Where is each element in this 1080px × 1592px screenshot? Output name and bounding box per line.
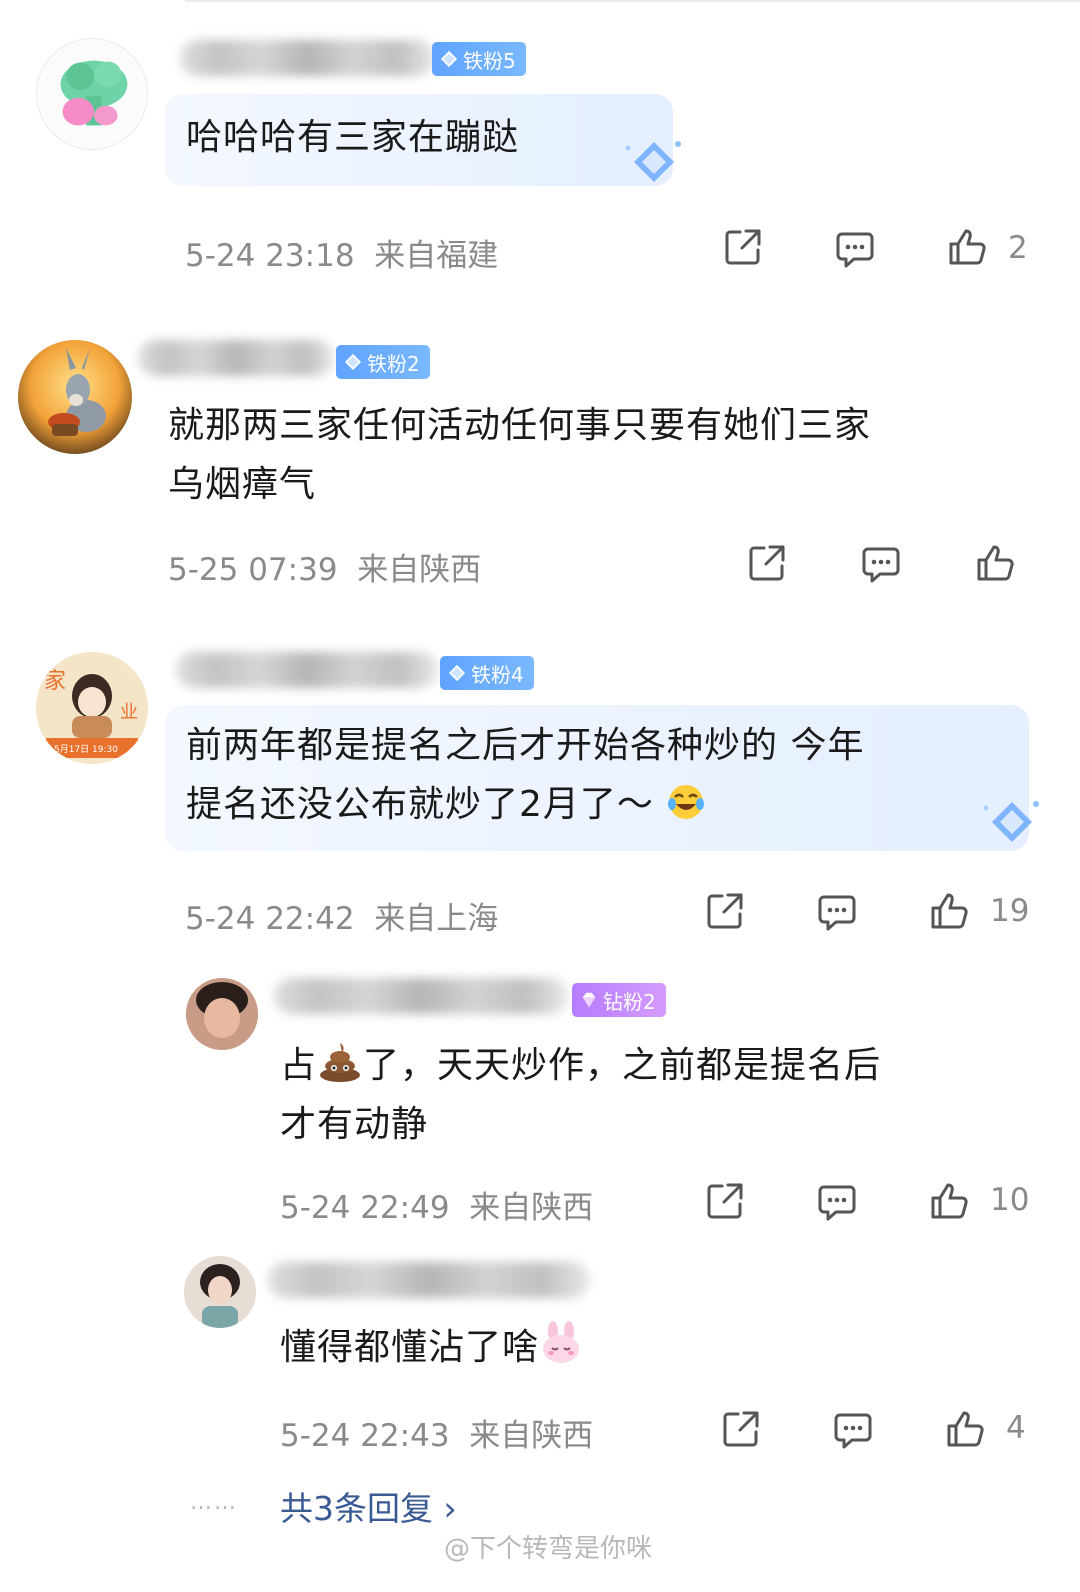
location: 来自陕西	[469, 1190, 594, 1226]
reply-line: 才有动静	[280, 1104, 429, 1145]
thumbs-up-icon[interactable]	[974, 542, 1016, 584]
share-icon[interactable]	[746, 542, 788, 584]
diamond-icon	[625, 141, 681, 182]
fan-badge[interactable]: 铁粉2	[336, 345, 430, 379]
username-blurred[interactable]	[274, 978, 568, 1014]
location: 来自上海	[374, 901, 499, 937]
comment-meta: 5-24 23:18 来自福建	[185, 230, 498, 275]
diamond-icon	[448, 664, 466, 682]
comment-line: 乌烟瘴气	[168, 464, 317, 505]
avatar[interactable]	[36, 38, 148, 150]
thumbs-up-icon[interactable]	[944, 1408, 986, 1450]
timestamp: 5-24 22:43	[280, 1418, 450, 1454]
thumbs-up-icon[interactable]	[946, 226, 988, 268]
badge-label: 铁粉2	[367, 351, 420, 376]
thumbs-up-icon[interactable]	[928, 890, 970, 932]
bunny-emoji	[543, 1321, 580, 1363]
avatar[interactable]: 家 业 5月17日 19:30	[36, 652, 148, 764]
comment-icon[interactable]	[816, 1181, 858, 1223]
avatar[interactable]	[186, 978, 258, 1050]
badge-label: 铁粉5	[463, 48, 516, 73]
share-icon[interactable]	[722, 226, 764, 268]
like-count: 4	[1006, 1410, 1026, 1446]
reply-line: 占 了，天天炒作，之前都是提名后	[280, 1036, 881, 1095]
comment-icon[interactable]	[816, 891, 858, 933]
reply-meta: 5-24 22:49 来自陕西	[280, 1182, 593, 1227]
username-blurred[interactable]	[180, 40, 435, 76]
comment-icon[interactable]	[834, 228, 876, 270]
fan-badge[interactable]: 钻粉2	[572, 983, 666, 1017]
avatar-text: 家	[44, 669, 66, 694]
username-blurred[interactable]	[138, 340, 334, 376]
like-count: 10	[990, 1182, 1030, 1218]
reply-text: 懂得都懂沾了啥	[280, 1318, 583, 1377]
thumbs-up-icon[interactable]	[928, 1180, 970, 1222]
comment-meta: 5-24 22:42 来自上海	[185, 893, 498, 938]
location: 来自福建	[374, 238, 499, 274]
diamond-icon	[582, 992, 596, 1008]
more-replies-dots: ……	[190, 1490, 238, 1515]
fan-badge[interactable]: 铁粉4	[440, 656, 534, 690]
comment-line: 提名还没公布就炒了2月了～	[186, 775, 864, 834]
comment-text: 前两年都是提名之后才开始各种炒的 今年 提名还没公布就炒了2月了～	[186, 716, 864, 834]
comment-line-text: 提名还没公布就炒了2月了～	[186, 784, 654, 825]
avatar[interactable]	[18, 340, 132, 454]
like-count: 19	[990, 893, 1030, 929]
watermark: @下个转弯是你咪	[444, 1534, 653, 1564]
diamond-icon	[983, 801, 1039, 842]
divider	[185, 0, 1080, 2]
more-replies-link[interactable]: 共3条回复 ›	[280, 1482, 457, 1530]
comment-text: 哈哈哈有三家在蹦跶	[186, 117, 520, 158]
comment-icon[interactable]	[860, 543, 902, 585]
like-count: 2	[1008, 230, 1028, 266]
badge-label: 钻粉2	[603, 989, 656, 1014]
share-icon[interactable]	[704, 890, 746, 932]
diamond-icon	[344, 353, 362, 371]
comment-text: 就那两三家任何活动任何事只要有她们三家 乌烟瘴气	[168, 396, 871, 514]
reply-line-text: 懂得都懂沾了啥	[280, 1327, 540, 1368]
reply-line-text: 占	[280, 1045, 318, 1086]
timestamp: 5-24 22:42	[185, 901, 355, 937]
avatar-caption: 5月17日 19:30	[54, 744, 118, 755]
comment-icon[interactable]	[832, 1409, 874, 1451]
timestamp: 5-25 07:39	[168, 552, 338, 588]
laugh-cry-emoji	[668, 785, 705, 819]
username-blurred[interactable]	[176, 652, 438, 688]
location: 来自陕西	[469, 1418, 594, 1454]
comment-thread: 铁粉5 哈哈哈有三家在蹦跶 5-24 23:18 来自福建 2 铁粉2 就那两三…	[0, 0, 1080, 1592]
badge-label: 铁粉4	[471, 662, 524, 687]
share-icon[interactable]	[720, 1408, 762, 1450]
fan-badge[interactable]: 铁粉5	[432, 42, 526, 76]
reply-line-text: 了，天天炒作，之前都是提名后	[363, 1045, 882, 1086]
share-icon[interactable]	[704, 1180, 746, 1222]
username-blurred[interactable]	[268, 1262, 590, 1298]
diamond-icon	[440, 50, 458, 68]
comment-meta: 5-25 07:39 来自陕西	[168, 544, 481, 589]
reply-text: 占 了，天天炒作，之前都是提名后 才有动静	[280, 1036, 881, 1154]
comment-line: 前两年都是提名之后才开始各种炒的 今年	[186, 725, 865, 766]
reply-meta: 5-24 22:43 来自陕西	[280, 1410, 593, 1455]
avatar-text: 业	[120, 702, 138, 723]
timestamp: 5-24 23:18	[185, 238, 355, 274]
location: 来自陕西	[357, 552, 482, 588]
comment-line: 就那两三家任何活动任何事只要有她们三家	[168, 405, 872, 446]
poop-emoji	[320, 1043, 361, 1082]
timestamp: 5-24 22:49	[280, 1190, 450, 1226]
avatar[interactable]	[184, 1256, 256, 1328]
